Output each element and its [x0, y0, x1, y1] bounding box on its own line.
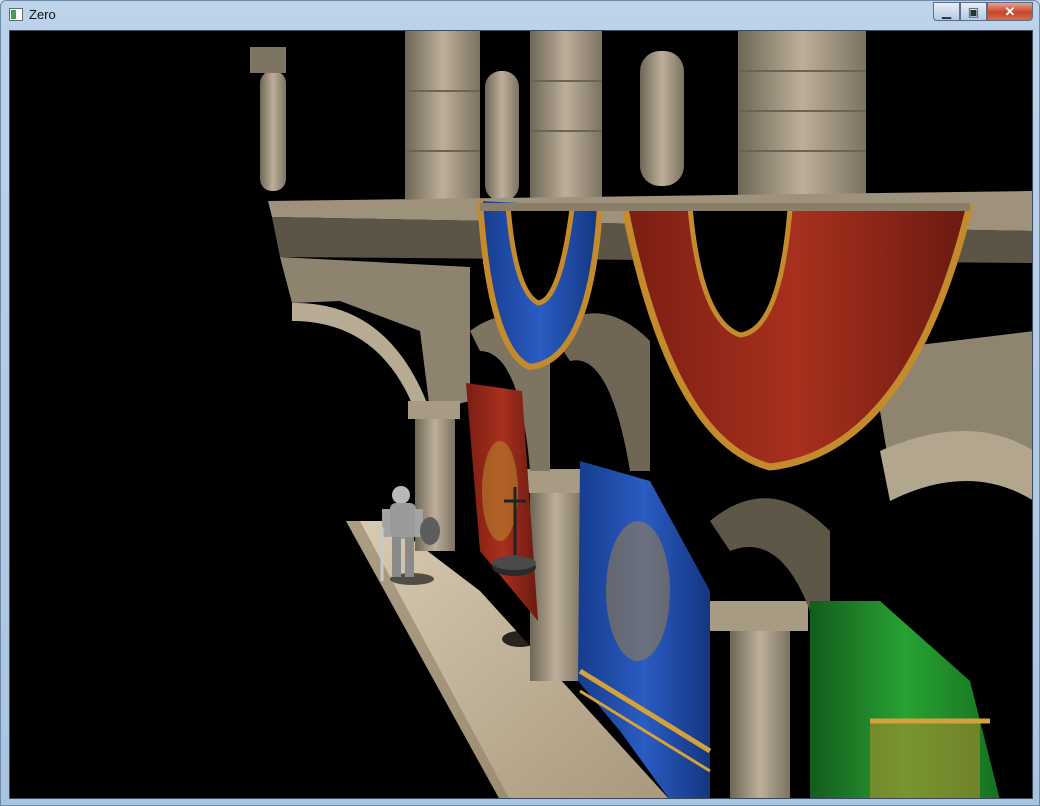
- minimize-icon: ▁: [941, 4, 952, 19]
- minimize-button[interactable]: ▁: [933, 2, 960, 21]
- scene-render: [10, 31, 1032, 798]
- app-window-icon: [9, 8, 23, 21]
- close-button[interactable]: ✕: [987, 2, 1033, 21]
- window-title: Zero: [29, 7, 56, 22]
- window-controls: ▁ ▣ ✕: [933, 2, 1033, 21]
- maximize-button[interactable]: ▣: [960, 2, 987, 21]
- game-viewport[interactable]: [9, 30, 1033, 799]
- title-bar[interactable]: Zero ▁ ▣ ✕: [1, 1, 1039, 29]
- close-icon: ✕: [1004, 3, 1016, 19]
- application-window: Zero ▁ ▣ ✕: [0, 0, 1040, 806]
- maximize-icon: ▣: [967, 4, 980, 19]
